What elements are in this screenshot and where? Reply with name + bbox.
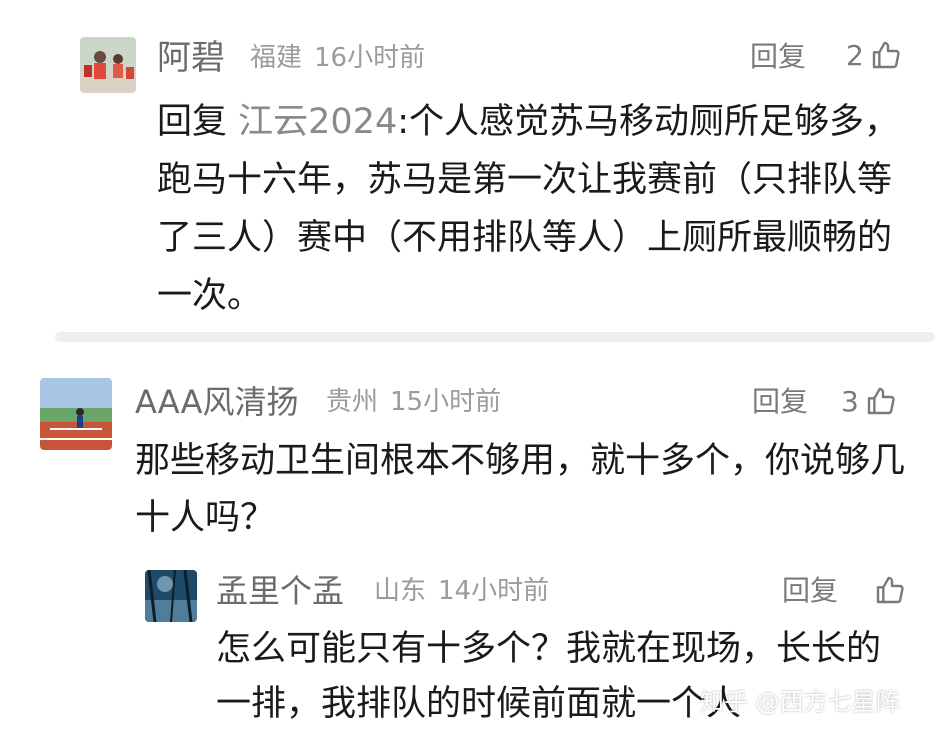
avatar[interactable] (40, 378, 112, 450)
comment-time: 14小时前 (438, 576, 550, 606)
like-count: 3 (841, 384, 859, 418)
mention-link[interactable]: 江云2024 (238, 102, 397, 142)
comment-meta: 福建 16小时前 (250, 42, 437, 74)
like-button[interactable]: 2 (846, 37, 902, 73)
comment-text: 回复 江云2024:个人感觉苏马移动厕所足够多，跑马十六年，苏马是第一次让我赛前… (157, 102, 900, 316)
author-location: 山东 (374, 576, 427, 606)
author-name[interactable]: 阿碧 (157, 36, 225, 80)
like-count: 2 (846, 38, 864, 72)
comment-meta: 贵州 15小时前 (326, 386, 513, 418)
thumbs-up-icon (867, 387, 895, 415)
like-button[interactable]: 3 (841, 383, 897, 419)
avatar-image (145, 570, 197, 622)
author-location: 福建 (250, 43, 303, 73)
reply-button[interactable]: 回复 (752, 385, 808, 419)
avatar-image (40, 378, 112, 450)
reply-button[interactable]: 回复 (750, 40, 806, 74)
reply-button[interactable]: 回复 (782, 574, 838, 608)
avatar[interactable] (80, 37, 136, 93)
like-button[interactable] (874, 572, 906, 608)
comment-meta: 山东 14小时前 (374, 575, 561, 607)
watermark: 知乎 @西方七星阵 (700, 688, 900, 716)
comment-body: 那些移动卫生间根本不够用，就十多个，你说够几十人吗？ (135, 441, 906, 538)
avatar[interactable] (145, 570, 197, 622)
thumbs-up-icon (876, 576, 904, 604)
comment-time: 15小时前 (390, 387, 502, 417)
thumbs-up-icon (872, 41, 900, 69)
author-location: 贵州 (326, 387, 379, 417)
avatar-image (80, 37, 136, 93)
section-divider (55, 332, 935, 342)
author-name[interactable]: 孟里个孟 (216, 570, 344, 612)
author-name[interactable]: AAA风清扬 (135, 381, 298, 423)
comment-time: 16小时前 (314, 43, 426, 73)
reply-prefix: 回复 (157, 102, 228, 142)
